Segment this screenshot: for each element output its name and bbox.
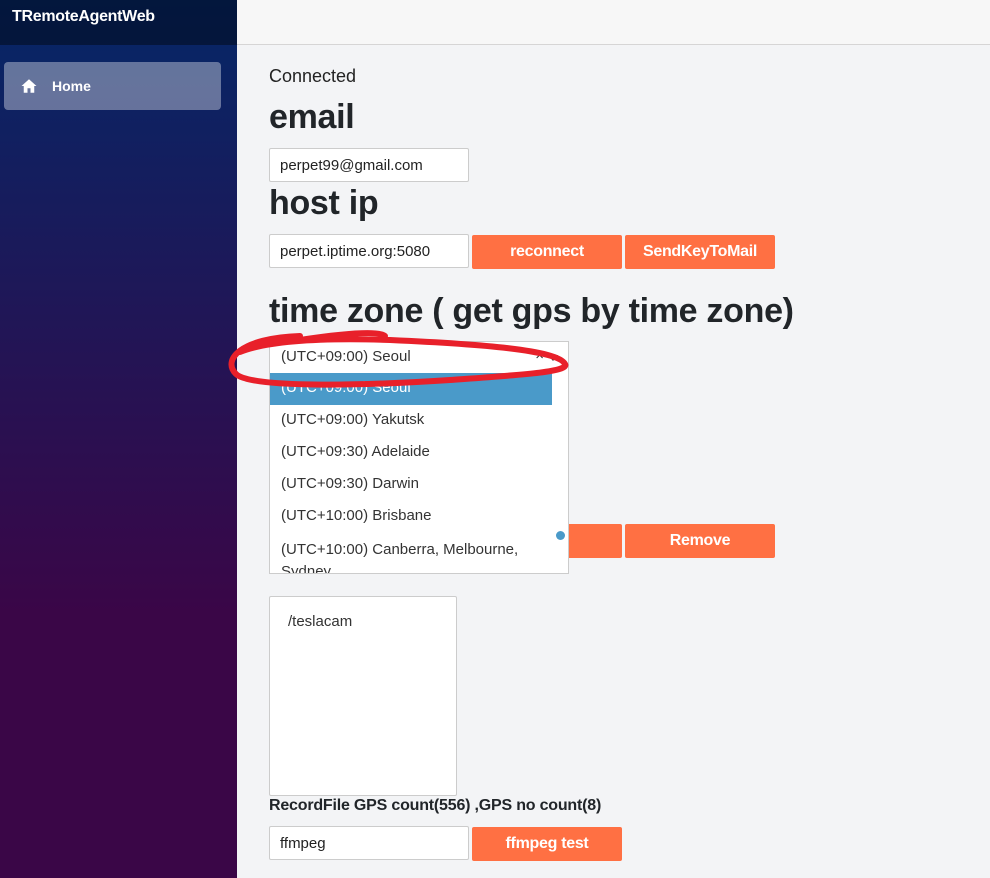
time-zone-heading: time zone ( get gps by time zone) — [269, 292, 794, 330]
email-input[interactable]: perpet99@gmail.com — [269, 148, 469, 182]
host-ip-heading: host ip — [269, 184, 379, 222]
ffmpeg-input[interactable]: ffmpeg — [269, 826, 469, 860]
time-zone-dropdown[interactable]: (UTC+09:00) Seoul (UTC+09:00) Yakutsk (U… — [269, 373, 569, 574]
dropdown-option[interactable]: (UTC+10:00) Brisbane — [270, 501, 552, 533]
dropdown-option[interactable]: (UTC+09:00) Seoul — [270, 373, 552, 405]
top-bar — [237, 0, 990, 45]
folder-list[interactable]: /teslacam — [269, 596, 457, 796]
time-zone-selected-value: (UTC+09:00) Seoul — [281, 348, 411, 365]
list-item[interactable]: /teslacam — [288, 613, 456, 630]
connection-status: Connected — [269, 66, 357, 86]
scroll-indicator-dot — [556, 531, 565, 540]
sidebar-item-label: Home — [52, 78, 91, 94]
reconnect-button[interactable]: reconnect — [472, 235, 622, 269]
sidebar-item-home[interactable]: Home — [4, 62, 221, 110]
clear-icon[interactable]: × — [535, 347, 544, 364]
remove-button[interactable]: Remove — [625, 524, 775, 558]
dropdown-option[interactable]: (UTC+09:00) Yakutsk — [270, 405, 552, 437]
sidebar: TRemoteAgentWeb Home — [0, 0, 237, 878]
dropdown-option[interactable]: (UTC+10:00) Canberra, Melbourne, Sydney — [270, 533, 552, 573]
record-count-text: RecordFile GPS count(556) ,GPS no count(… — [269, 797, 602, 814]
dropdown-option[interactable]: (UTC+09:30) Darwin — [270, 469, 552, 501]
app-brand[interactable]: TRemoteAgentWeb — [0, 0, 237, 45]
send-key-to-mail-button[interactable]: SendKeyToMail — [625, 235, 775, 269]
dropdown-option[interactable]: (UTC+09:30) Adelaide — [270, 437, 552, 469]
home-icon — [21, 79, 37, 93]
chevron-down-icon[interactable] — [548, 355, 558, 361]
host-ip-input[interactable]: perpet.iptime.org:5080 — [269, 234, 469, 268]
email-heading: email — [269, 98, 355, 136]
time-zone-select[interactable]: (UTC+09:00) Seoul × — [269, 341, 569, 374]
ffmpeg-test-button[interactable]: ffmpeg test — [472, 827, 622, 861]
